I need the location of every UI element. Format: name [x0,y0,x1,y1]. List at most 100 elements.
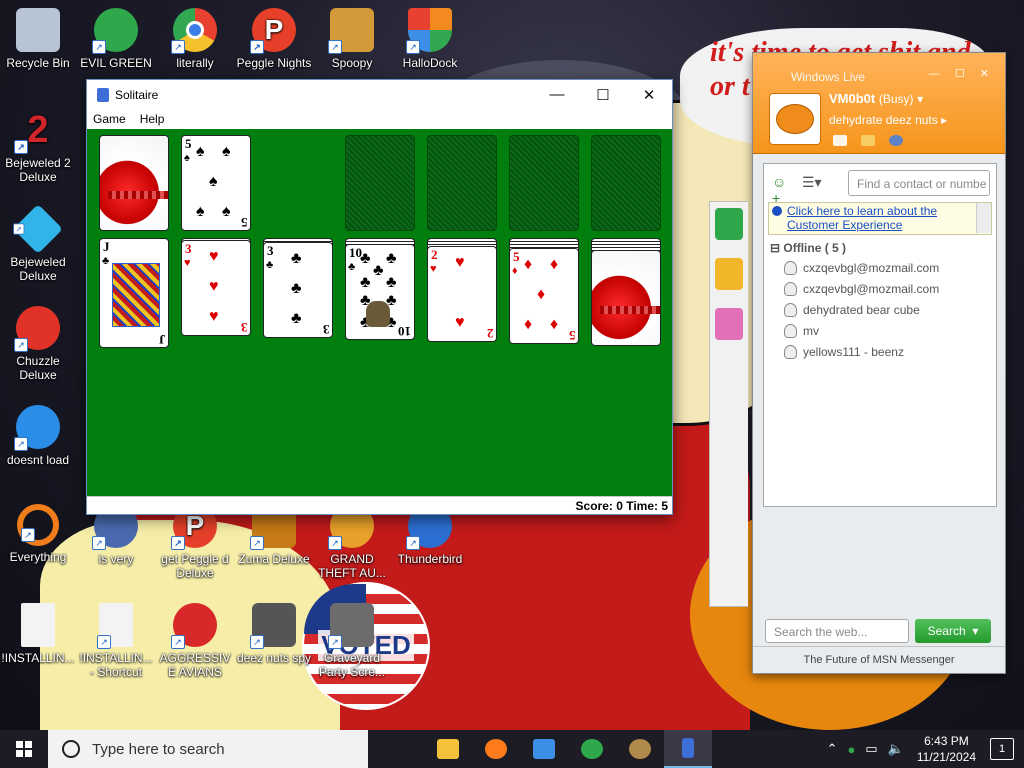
club-pip: ♣ [386,274,397,291]
tableau-card[interactable]: 2 ♥ ♥ ♥ 2 [427,246,497,342]
butterfly-icon[interactable] [715,308,743,340]
chevron-down-icon[interactable]: ▾ [917,92,923,106]
desktop-icon-installing-shortcut[interactable]: ↗ !INSTALLIN... - Shortcut [78,603,154,679]
heart-pip: ♥ [455,314,465,331]
desktop-icon-chuzzle[interactable]: ↗ Chuzzle Deluxe [0,306,76,382]
desktop-icon-aggressive-avians[interactable]: ↗ AGGRESSIVE AVIANS [157,603,233,679]
network-icon[interactable]: ▭ [865,741,877,757]
card-rank: 5 [185,136,192,151]
notifications-icon[interactable]: 1 [990,738,1014,760]
desktop-icon-peggle-nights[interactable]: P↗ Peggle Nights Del [236,8,312,70]
buddy-tab-icon[interactable] [715,208,743,240]
info-banner[interactable]: Click here to learn about the Customer E… [768,202,992,235]
tableau-card[interactable]: 10 ♣ ♣ ♣ ♣ ♣ ♣ ♣ ♣ ♣ ♣ 10 [345,244,415,340]
msn-messenger-icon[interactable] [568,730,616,768]
foundation-slot[interactable] [509,135,579,231]
desktop-icon-literally[interactable]: ↗ literally [157,8,233,70]
search-icon [62,740,80,758]
tableau-card[interactable]: 3 ♥ ♥ ♥ ♥ 3 [181,240,251,336]
waste-card[interactable]: 5 ♠ ♠ ♠ ♠ ♠ ♠ 5 [181,135,251,231]
solitaire-taskbar-icon[interactable] [664,730,712,768]
desktop-icon-spoopy[interactable]: ↗ Spoopy [314,8,390,70]
find-contact-input[interactable]: Find a contact or numbe [848,170,990,196]
foundation-slot[interactable] [345,135,415,231]
spade-pip: ♠ [209,173,218,190]
contact-item[interactable]: cxzqevbgl@mozmail.com [764,257,996,278]
club-pip: ♣ [360,274,371,291]
contact-item[interactable]: mv [764,320,996,341]
mail-icon[interactable] [833,135,847,146]
chevron-up-icon[interactable]: ⌃ [827,741,838,757]
list-options-icon[interactable]: ☰▾ [802,174,822,192]
desktop-icon-installing[interactable]: !INSTALLIN... [0,603,76,665]
card-rank: 3 [185,241,192,256]
contact-item[interactable]: dehydrated bear cube [764,299,996,320]
file-explorer-icon[interactable] [424,730,472,768]
solitaire-titlebar[interactable]: Solitaire — ☐ ✕ [87,80,672,109]
banner-scrollbar[interactable] [976,203,991,233]
bejeweled-2-icon: 2 ↗ [14,108,60,154]
tableau-facedown-card[interactable] [591,250,661,346]
heart-pip: ♥ [455,254,465,271]
foundation-slot[interactable] [591,135,661,231]
web-search-input[interactable]: Search the web... [765,619,909,643]
windows-stack-icon: ↗ [250,603,296,649]
desktop-icon-hallodock[interactable]: ↗ HalloDock [392,8,468,70]
globe-icon[interactable] [889,135,903,146]
add-contact-icon[interactable]: ☺+ [772,174,792,206]
messenger-header: Windows Live — ☐ ✕ VM0b0t (Busy) ▾ dehyd… [753,53,1005,154]
tableau-card[interactable]: J ♣ J [99,238,169,348]
contact-item[interactable]: yellows111 - beenz [764,341,996,362]
desktop-icon-graveyard-party[interactable]: ↗ Graveyard Party Scre... [314,603,390,679]
header-icons [833,135,903,146]
volume-icon[interactable]: 🔈 [888,741,904,757]
username[interactable]: VM0b0t (Busy) ▾ [829,91,923,106]
desktop-icon-gta[interactable]: ↗ GRAND THEFT AU... [314,504,390,580]
club-pip: ♣ [291,280,302,297]
diamond-pip: ♦ [550,316,559,333]
personal-message[interactable]: dehydrate deez nuts ▸ [829,113,947,127]
start-button[interactable] [0,730,48,768]
contact-item[interactable]: cxzqevbgl@mozmail.com [764,278,996,299]
card-rank: 5 [513,249,520,264]
tableau-card[interactable]: 5 ♦ ♦ ♦ ♦ ♦ ♦ 5 [509,248,579,344]
contact-list-panel: ☺+ ☰▾ Find a contact or numbe Click here… [763,163,997,507]
foundation-slot[interactable] [427,135,497,231]
clock[interactable]: 6:43 PM 11/21/2024 [917,733,976,765]
document-icon: ↗ [97,603,133,649]
firefox-icon[interactable] [472,730,520,768]
maximize-button[interactable]: ☐ [580,80,626,109]
money-bag-icon[interactable] [616,730,664,768]
menu-game[interactable]: Game [93,112,126,126]
minimize-button[interactable]: — [534,80,580,109]
control-panel-icon[interactable] [520,730,568,768]
offline-group-header[interactable]: ⊟ Offline ( 5 ) [770,241,996,255]
avatar[interactable] [769,93,821,145]
desktop-icon-deez-nuts-spy[interactable]: ↗ deez nuts spy [236,603,312,665]
search-button-label: Search [927,624,966,638]
banner-link[interactable]: Click here to learn about the Customer E… [787,204,937,232]
messenger-window-buttons[interactable]: — ☐ ✕ [929,67,995,80]
desktop-icon-bejeweled[interactable]: ↗ Bejeweled Deluxe [0,204,76,283]
contact-toolbar: ☺+ ☰▾ Find a contact or numbe [764,164,996,206]
desktop-icon-get-peggle[interactable]: P ↗ get Peggle d Deluxe [157,504,233,580]
desktop-icon-recycle-bin[interactable]: Recycle Bin [0,8,76,70]
club-pip: ♣ [386,250,397,267]
desktop-icon-everything[interactable]: ↗ Everything [0,504,76,564]
tableau-card[interactable]: 3 ♣ ♣ ♣ ♣ 3 [263,242,333,338]
desktop-icon-bejeweled-2[interactable]: 2 ↗ Bejeweled 2 Deluxe [0,108,76,184]
bell-icon[interactable] [715,258,743,290]
folder-icon[interactable] [861,135,875,146]
offline-buddy-icon [784,344,797,359]
close-button[interactable]: ✕ [626,80,672,109]
chrome-icon: ↗ [171,8,217,54]
stock-pile[interactable] [99,135,169,231]
club-pip: ♣ [348,261,356,273]
taskbar-search[interactable]: Type here to search [48,730,368,768]
menu-bar: Game Help [87,109,672,129]
desktop-icon-doesnt-load[interactable]: ↗ doesnt load [0,405,76,467]
msn-tray-icon[interactable]: ● [847,742,855,757]
search-button[interactable]: Search ▾ [915,619,991,643]
menu-help[interactable]: Help [140,112,165,126]
desktop-icon-evil-green-msn[interactable]: ↗ EVIL GREEN MSN GO [78,8,154,70]
